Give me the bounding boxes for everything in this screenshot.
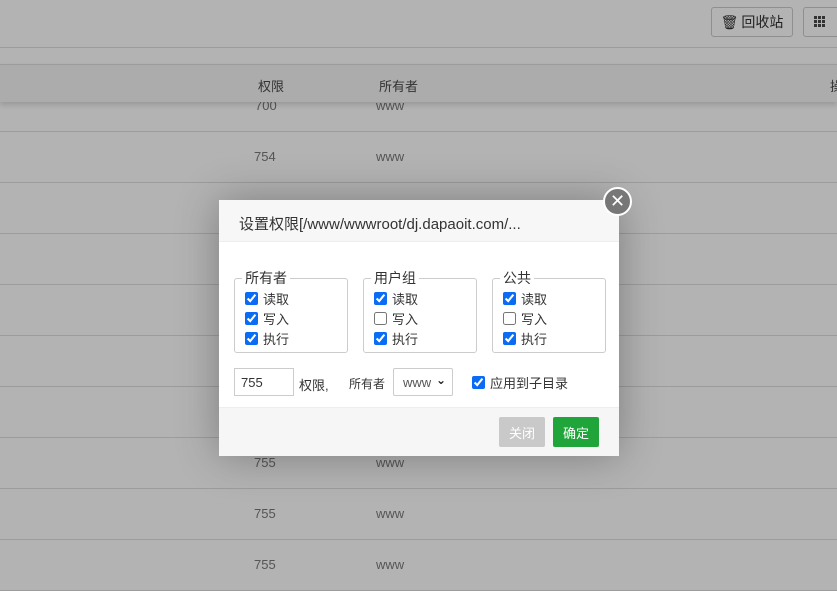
public-exec-checkbox[interactable]: 执行 (503, 328, 595, 348)
dialog-footer: 关闭 确定 (219, 407, 619, 456)
close-icon[interactable]: ✕ (603, 187, 632, 216)
group-read-checkbox[interactable]: 读取 (374, 288, 466, 308)
checkbox[interactable] (245, 331, 258, 345)
close-button[interactable]: 关闭 (499, 417, 545, 447)
checkbox-label: 写入 (392, 311, 419, 327)
checkbox[interactable] (374, 311, 387, 325)
confirm-button[interactable]: 确定 (553, 417, 599, 447)
checkbox[interactable] (245, 291, 258, 305)
checkbox[interactable] (472, 375, 485, 389)
permission-input[interactable] (234, 368, 294, 396)
permission-label: 权限, (299, 378, 329, 393)
checkbox-label: 执行 (521, 331, 548, 347)
checkbox[interactable] (374, 331, 387, 345)
checkbox[interactable] (503, 291, 516, 305)
public-read-checkbox[interactable]: 读取 (503, 288, 595, 308)
group-exec-checkbox[interactable]: 执行 (374, 328, 466, 348)
public-write-checkbox[interactable]: 写入 (503, 308, 595, 328)
checkbox[interactable] (245, 311, 258, 325)
grid-view-button[interactable] (803, 7, 837, 37)
owner-read-checkbox[interactable]: 读取 (245, 288, 337, 308)
checkbox-label: 执行 (263, 331, 290, 347)
table-row[interactable]: 754 www (0, 132, 837, 183)
permission-dialog: ✕ 设置权限[/www/wwwroot/dj.dapaoit.com/... 所… (219, 187, 632, 456)
table-row[interactable]: 755 www (0, 489, 837, 540)
checkbox[interactable] (374, 291, 387, 305)
top-toolbar: 🗑 回收站 (0, 0, 837, 48)
trash-icon: 🗑 (720, 13, 739, 30)
table-header: 权限 所有者 操 (0, 64, 837, 102)
checkbox-label: 读取 (263, 291, 290, 307)
group-write-checkbox[interactable]: 写入 (374, 308, 466, 328)
dialog-title: 设置权限[/www/wwwroot/dj.dapaoit.com/... (219, 200, 619, 242)
checkbox-label: 读取 (521, 291, 548, 307)
checkbox-label: 应用到子目录 (490, 375, 569, 391)
table-row[interactable]: 755 www (0, 540, 837, 591)
owner-exec-checkbox[interactable]: 执行 (245, 328, 337, 348)
public-group: 公共 读取 写入 执行 (492, 268, 606, 353)
checkbox-label: 读取 (392, 291, 419, 307)
checkbox-label: 执行 (392, 331, 419, 347)
checkbox[interactable] (503, 311, 516, 325)
header-ops: 操 (830, 79, 837, 94)
owner-write-checkbox[interactable]: 写入 (245, 308, 337, 328)
recycle-bin-button[interactable]: 🗑 回收站 (711, 7, 793, 37)
checkbox[interactable] (503, 331, 516, 345)
grid-icon (814, 16, 825, 27)
owner-label: 所有者 (349, 377, 386, 391)
checkbox-label: 写入 (521, 311, 548, 327)
chevron-down-icon: ⌄ (435, 373, 446, 387)
checkbox-label: 写入 (263, 311, 290, 327)
owner-group: 所有者 读取 写入 执行 (234, 268, 348, 353)
header-permission: 权限 (258, 79, 285, 94)
apply-subdir-checkbox[interactable]: 应用到子目录 (472, 372, 568, 392)
header-owner: 所有者 (379, 79, 419, 94)
group-group: 用户组 读取 写入 执行 (363, 268, 477, 353)
owner-select[interactable]: www ⌄ (393, 368, 453, 396)
